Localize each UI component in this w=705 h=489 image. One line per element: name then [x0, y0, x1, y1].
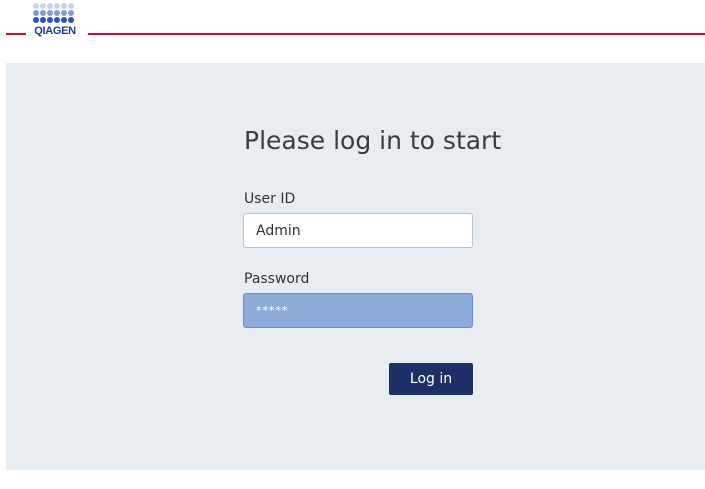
qiagen-logo: QIAGEN [29, 2, 81, 44]
password-field[interactable] [243, 293, 473, 328]
login-panel: Please log in to start User ID Password … [6, 63, 705, 470]
user-id-label: User ID [244, 191, 296, 207]
logo-dots-icon [33, 3, 74, 23]
logo-wordmark: QIAGEN [34, 25, 76, 37]
user-id-field[interactable] [243, 213, 473, 248]
header-divider-right [88, 33, 705, 35]
page-title: Please log in to start [244, 126, 502, 155]
app-header: QIAGEN [0, 0, 705, 52]
password-label: Password [244, 271, 310, 287]
header-divider-left [6, 33, 26, 35]
log-in-button[interactable]: Log in [389, 363, 473, 395]
